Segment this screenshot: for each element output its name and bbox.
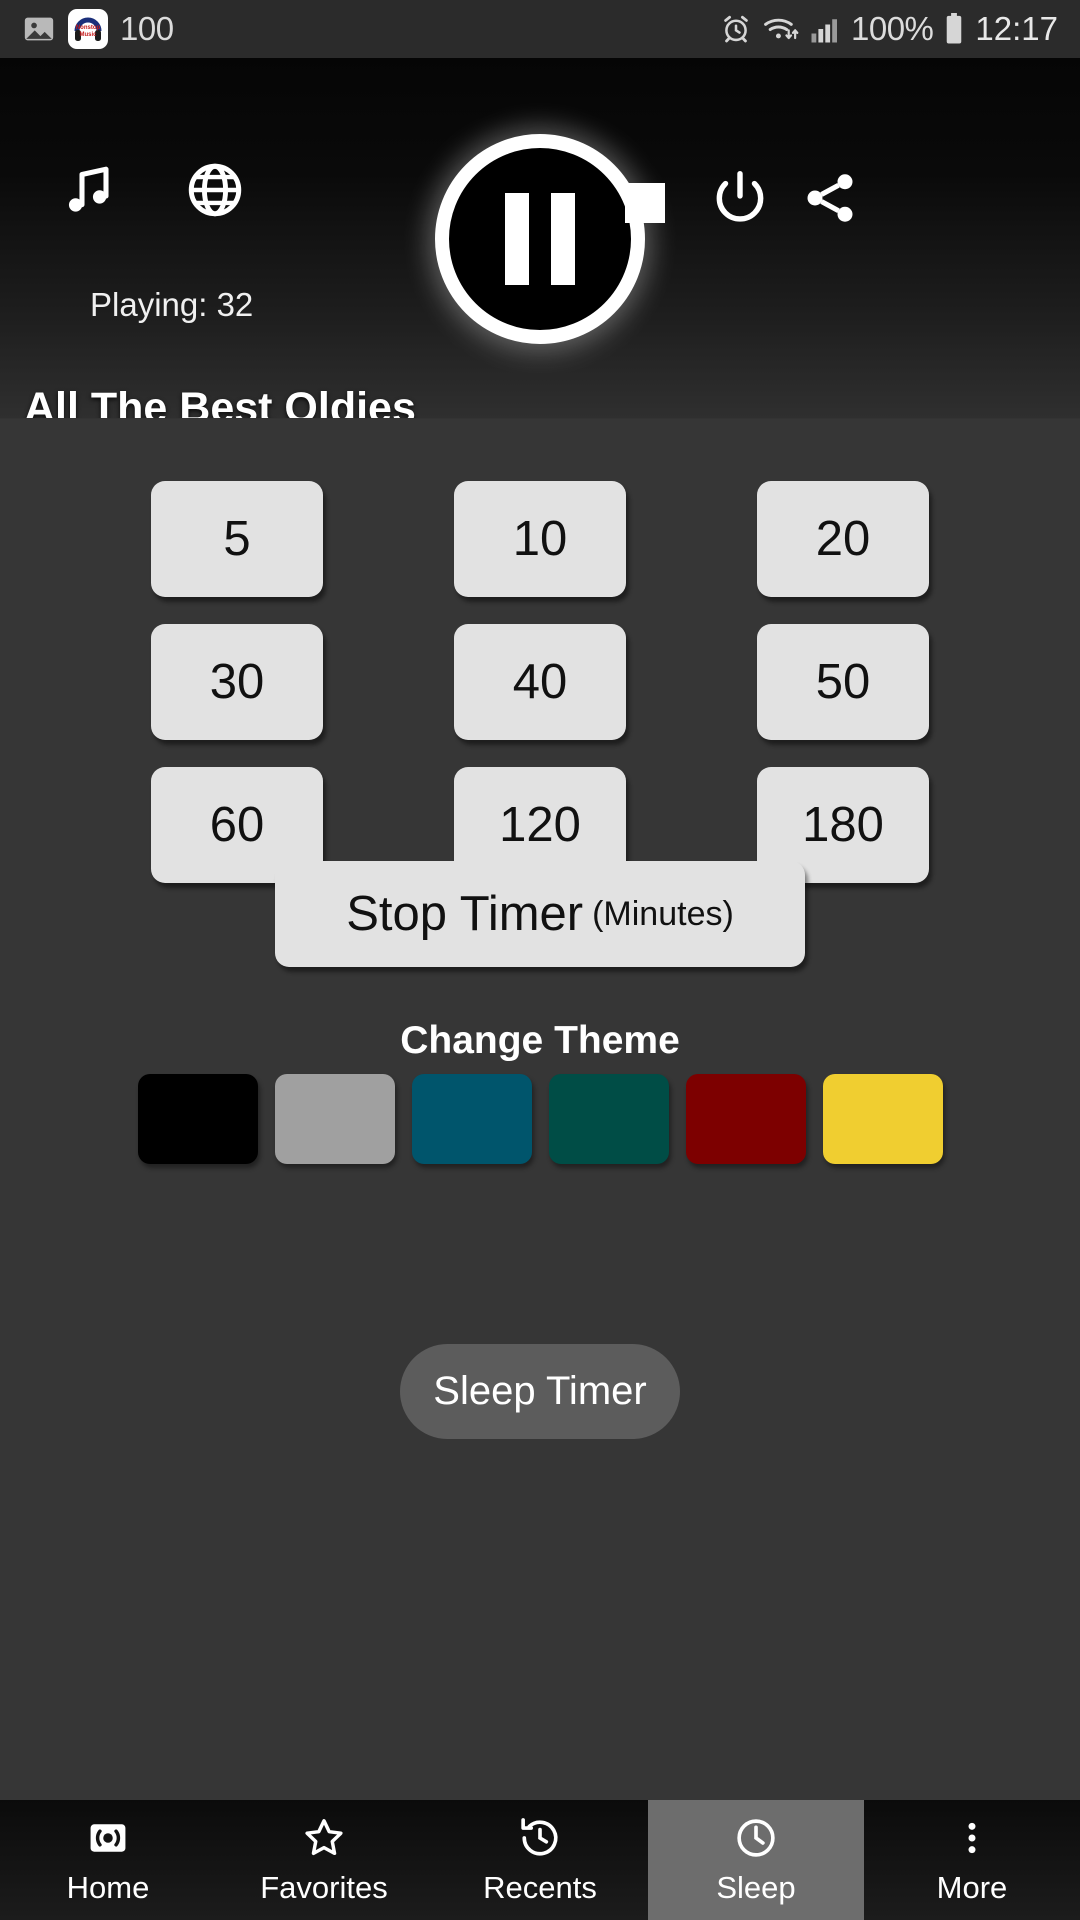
stop-timer-unit: (Minutes) [592,894,734,933]
timer-button[interactable]: 20 [757,481,929,597]
theme-swatch-blue[interactable] [411,1074,532,1164]
image-icon [22,12,56,46]
nav-item-more[interactable]: More [864,1800,1080,1920]
timer-grid: 5 10 20 30 40 50 60 120 180 [0,481,1080,883]
nav-item-favorites[interactable]: Favorites [216,1800,432,1920]
stop-timer-label: Stop Timer [346,887,584,941]
timer-button[interactable]: 30 [151,624,323,740]
player-header: Playing: 32 All The Best Oldies [0,58,1080,418]
theme-swatch-gray[interactable] [274,1074,395,1164]
theme-swatch-yellow[interactable] [822,1074,943,1164]
nav-label-home: Home [66,1869,150,1905]
theme-swatch-red[interactable] [685,1074,806,1164]
theme-swatch-black[interactable] [137,1074,258,1164]
nav-item-home[interactable]: Home [0,1800,216,1920]
pause-button[interactable] [435,134,645,344]
signal-icon [810,14,840,44]
sleep-timer-pill-button[interactable]: Sleep Timer [400,1344,680,1439]
status-bar: Nonstop Music 100 100% 12:17 [0,0,1080,58]
nav-label-sleep: Sleep [716,1869,796,1905]
music-note-icon[interactable] [50,150,130,230]
share-icon[interactable] [790,158,870,238]
bottom-navigation: Home Favorites Recents Sleep More [0,1800,1080,1920]
wifi-icon [763,13,799,45]
app-screen: Nonstop Music 100 100% 12:17 Playing: 32… [0,0,1080,1920]
timer-button[interactable]: 40 [454,624,626,740]
change-theme-title: Change Theme [400,1019,680,1062]
player-controls-row [0,58,1080,344]
history-icon [517,1815,563,1861]
star-icon [301,1815,347,1861]
nav-label-recents: Recents [483,1869,597,1905]
nonstop-music-app-icon: Nonstop Music [68,9,108,49]
broadcast-icon [86,1815,130,1861]
status-bar-left: Nonstop Music 100 [22,9,174,49]
status-bar-right: 100% 12:17 [720,10,1058,48]
timer-button[interactable]: 10 [454,481,626,597]
timer-button[interactable]: 50 [757,624,929,740]
sleep-timer-panel: 5 10 20 30 40 50 60 120 180 Stop Timer (… [0,419,1080,1800]
power-icon[interactable] [700,158,780,238]
playing-count-label: Playing: 32 [90,286,254,323]
clock-icon [733,1815,779,1861]
svg-text:Nonstop: Nonstop [76,25,101,31]
more-vert-icon [952,1815,992,1861]
sleep-timer-pill-label: Sleep Timer [433,1369,647,1413]
stop-timer-button[interactable]: Stop Timer (Minutes) [275,861,805,967]
battery-percent-label: 100% [851,10,934,47]
battery-icon [944,13,964,45]
pause-icon [505,193,575,285]
svg-text:Music: Music [79,32,97,38]
theme-swatch-green[interactable] [548,1074,669,1164]
nav-item-sleep[interactable]: Sleep [648,1800,864,1920]
timer-row: 5 10 20 [0,481,1080,597]
theme-swatch-list [0,1074,1080,1164]
nav-label-more: More [936,1869,1008,1905]
station-name: All The Best Oldies [24,384,416,418]
status-bar-clock: 12:17 [975,10,1058,47]
timer-row: 30 40 50 [0,624,1080,740]
nav-item-recents[interactable]: Recents [432,1800,648,1920]
alarm-icon [720,13,752,45]
timer-button[interactable]: 5 [151,481,323,597]
stop-button[interactable] [610,168,680,238]
globe-icon[interactable] [175,150,255,230]
notification-count: 100 [120,10,174,47]
nav-label-favorites: Favorites [260,1869,388,1905]
